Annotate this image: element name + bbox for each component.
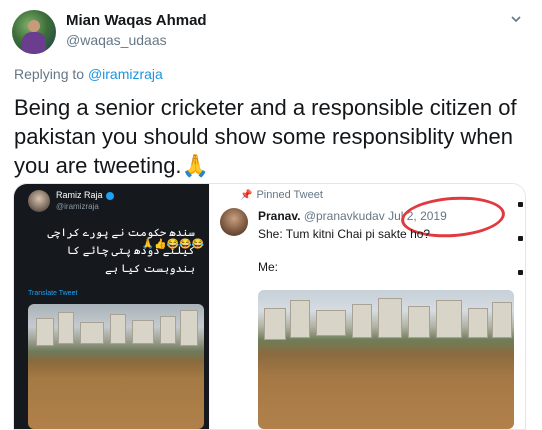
pranav-handle: @pranavkudav — [303, 209, 385, 223]
flooded-area-photo-left — [28, 304, 204, 429]
urdu-tweet-text: سندھ حکومت نے پورے کراچی کیلئے دودھ پتی … — [47, 227, 195, 275]
emoji-row: 😂😂😂👍🙏 — [141, 239, 204, 250]
left-screenshot[interactable]: Ramiz Raja @iramizraja سندھ حکومت نے پور… — [14, 184, 209, 429]
right-screenshot[interactable]: 📌 Pinned Tweet Pranav. @pranavkudav Jul 2… — [210, 184, 525, 429]
ramiz-handle: @iramizraja — [56, 202, 99, 211]
ramiz-name-row: Ramiz Raja — [56, 190, 114, 200]
avatar-figure-body — [22, 32, 46, 54]
replying-to: Replying to @iramizraja — [14, 66, 163, 82]
pranav-name: Pranav. — [258, 209, 301, 223]
reply-mention-link[interactable]: @iramizraja — [88, 66, 163, 82]
side-marker — [518, 236, 523, 241]
pinned-label: Pinned Tweet — [256, 189, 323, 201]
avatar-figure-head — [28, 20, 40, 32]
pranav-tweet-line1: She: Tum kitni Chai pi sakte ho? — [258, 227, 431, 241]
tweet-text: Being a senior cricketer and a responsib… — [14, 95, 517, 178]
pranav-tweet-line2: Me: — [258, 260, 279, 274]
flooded-area-photo-right — [258, 290, 514, 429]
pinned-row: 📌 Pinned Tweet — [240, 189, 323, 201]
ramiz-avatar — [28, 190, 50, 212]
author-avatar[interactable] — [12, 10, 56, 54]
author-name[interactable]: Mian Waqas Ahmad — [66, 12, 207, 29]
author-handle[interactable]: @waqas_udaas — [66, 32, 167, 48]
translate-tweet-link[interactable]: Translate Tweet — [28, 290, 77, 297]
verified-badge-icon — [105, 191, 114, 200]
side-marker — [518, 202, 523, 207]
tweet-media[interactable]: Ramiz Raja @iramizraja سندھ حکومت نے پور… — [13, 183, 526, 430]
pranav-avatar — [220, 208, 248, 236]
replying-to-label: Replying to — [14, 66, 88, 82]
ramiz-name: Ramiz Raja — [56, 190, 103, 200]
pin-icon: 📌 — [240, 190, 253, 201]
side-marker — [518, 270, 523, 275]
chevron-down-icon[interactable] — [509, 12, 523, 26]
